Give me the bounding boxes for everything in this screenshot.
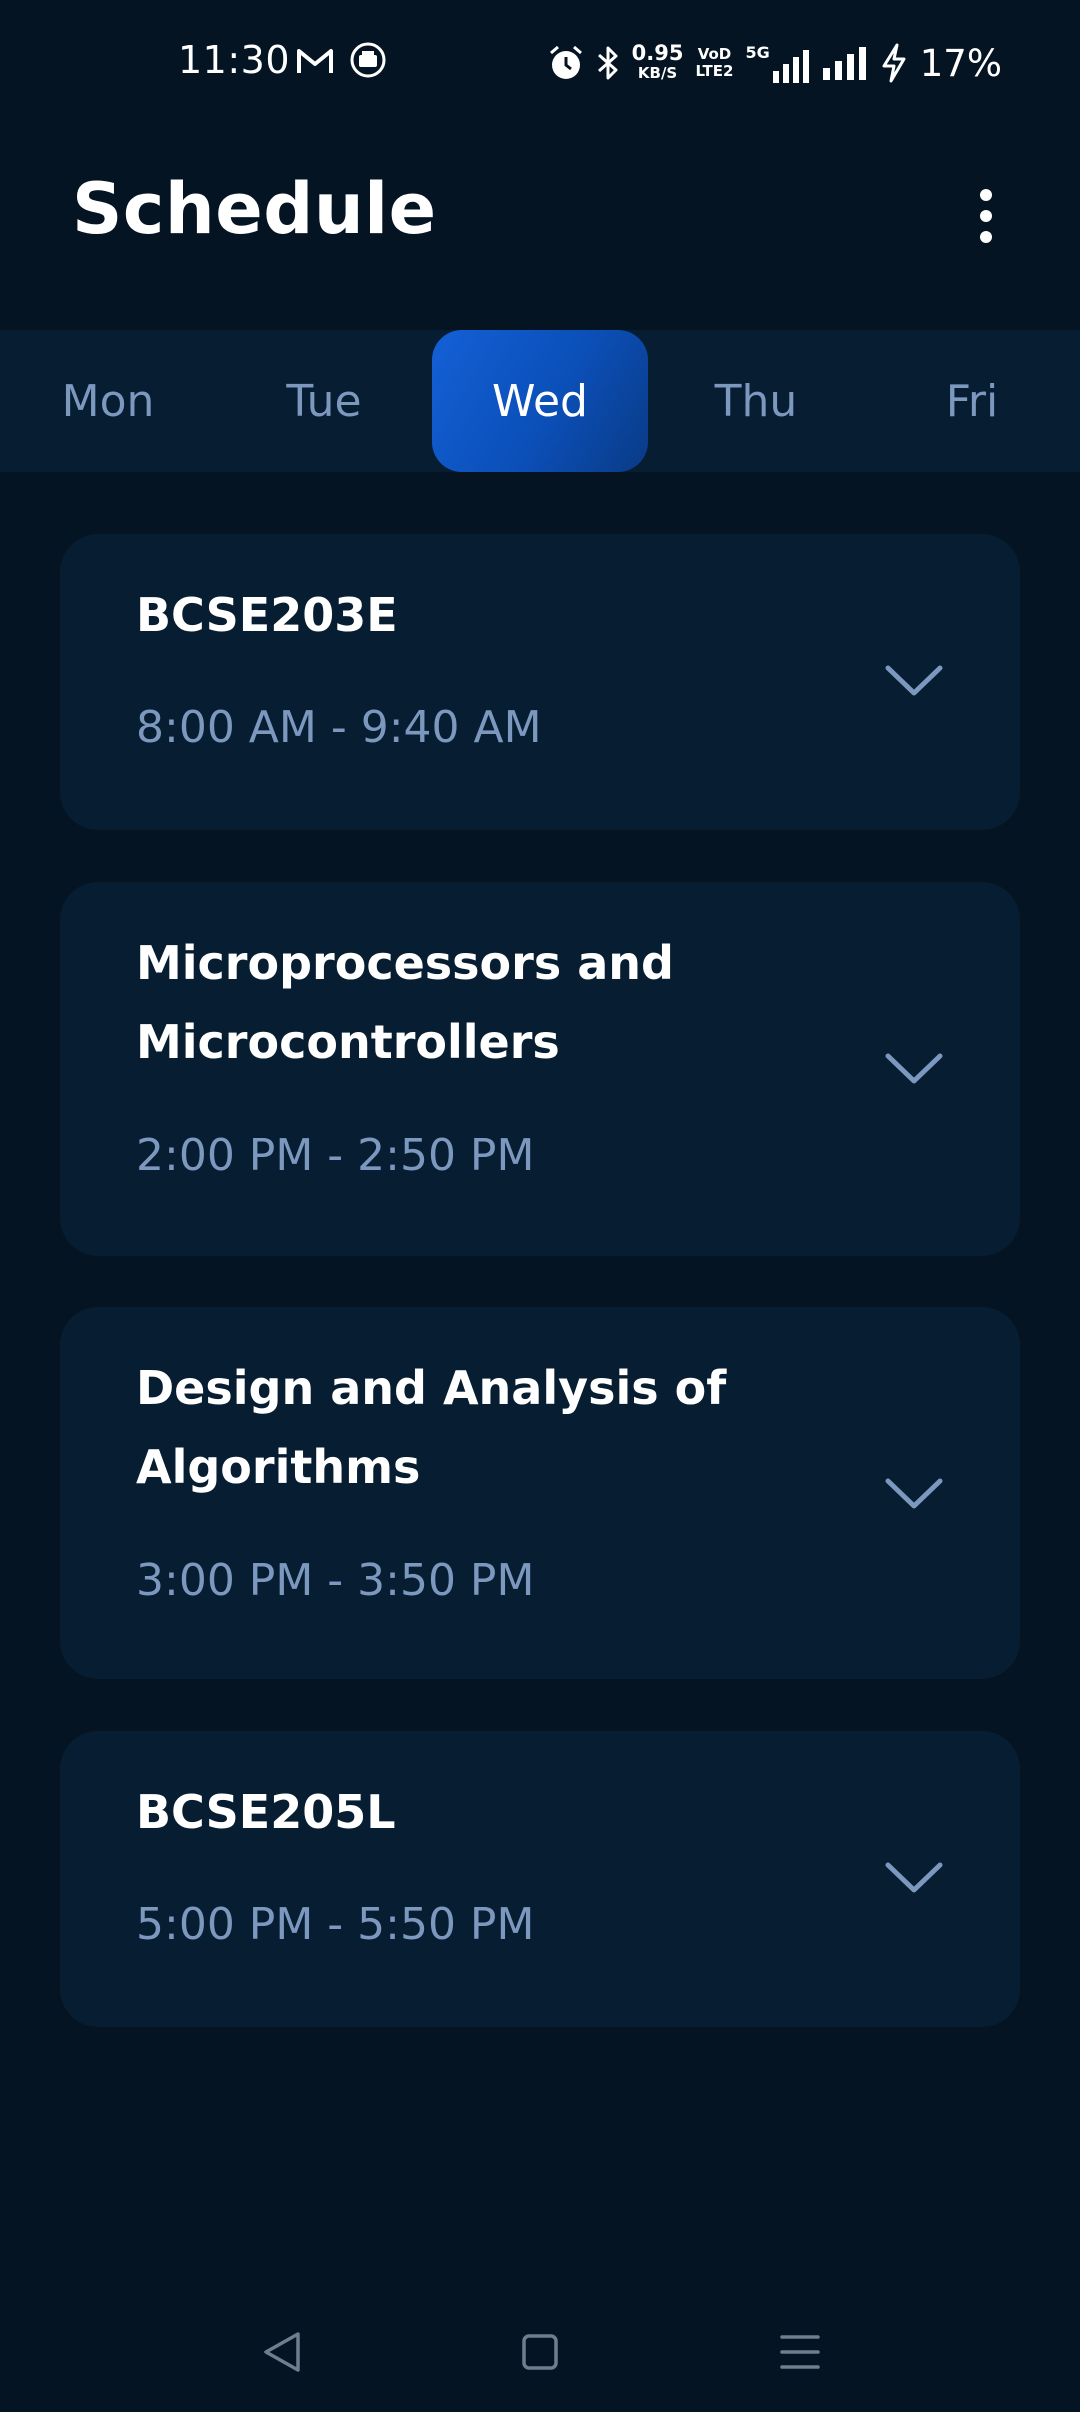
net-type: 5G (745, 43, 770, 62)
class-card[interactable]: BCSE205L 5:00 PM - 5:50 PM (60, 1731, 1020, 2027)
class-title-line: BCSE203E (136, 588, 398, 642)
chevron-down-icon[interactable] (884, 1050, 944, 1086)
tab-friday[interactable]: Fri (864, 330, 1080, 472)
class-time: 8:00 AM - 9:40 AM (136, 702, 542, 753)
day-tabs: Mon Tue Wed Thu Fri (0, 330, 1080, 472)
chevron-down-icon[interactable] (884, 1475, 944, 1511)
volte-bottom: LTE2 (695, 62, 734, 80)
status-icons: 0.95 KB/S VoD LTE2 5G 17% (548, 38, 1002, 88)
alarm-icon (549, 45, 582, 79)
tab-monday[interactable]: Mon (0, 330, 216, 472)
net-speed-value: 0.95 (631, 41, 684, 65)
status-bar: 11:30 0.95 KB/S VoD LTE2 5G 17% (0, 0, 1080, 126)
home-icon[interactable] (510, 2322, 570, 2382)
class-time: 5:00 PM - 5:50 PM (136, 1899, 535, 1950)
battery-percent: 17% (919, 41, 1002, 85)
chevron-down-icon[interactable] (884, 662, 944, 698)
volte-indicator: VoD LTE2 (695, 46, 733, 80)
bluetooth-icon (597, 46, 618, 80)
class-title: BCSE205L (136, 1773, 836, 1852)
app-notification-icon (350, 42, 386, 78)
status-time: 11:30 (178, 38, 291, 82)
class-title: BCSE203E (136, 576, 836, 655)
class-title: Design and Analysis of Algorithms (136, 1349, 836, 1507)
class-time: 3:00 PM - 3:50 PM (136, 1555, 535, 1606)
tab-tuesday[interactable]: Tue (216, 330, 432, 472)
more-vertical-icon[interactable] (960, 180, 1012, 252)
class-title: Microprocessors and Microcontrollers (136, 924, 836, 1082)
signal-5g: 5G (745, 43, 809, 83)
net-speed-unit: KB/S (637, 64, 678, 82)
recents-icon[interactable] (770, 2322, 830, 2382)
class-card[interactable]: Design and Analysis of Algorithms 3:00 P… (60, 1307, 1020, 1679)
page-title: Schedule (72, 168, 437, 250)
tab-thursday[interactable]: Thu (648, 330, 864, 472)
class-title-line: Microcontrollers (136, 1015, 560, 1069)
system-nav-bar (0, 2300, 1080, 2412)
volte-top: VoD (697, 45, 732, 63)
chevron-down-icon[interactable] (884, 1859, 944, 1895)
class-card[interactable]: Microprocessors and Microcontrollers 2:0… (60, 882, 1020, 1256)
network-speed: 0.95 KB/S (632, 43, 684, 83)
class-card[interactable]: BCSE203E 8:00 AM - 9:40 AM (60, 534, 1020, 830)
gmail-icon (297, 49, 333, 73)
app-screen: 11:30 0.95 KB/S VoD LTE2 5G 17% Schedule… (0, 0, 1080, 2412)
class-title-line: BCSE205L (136, 1785, 396, 1839)
signal-icon (772, 50, 809, 83)
class-title-line: Microprocessors and (136, 936, 674, 990)
class-time: 2:00 PM - 2:50 PM (136, 1130, 535, 1181)
class-title-line: Algorithms (136, 1440, 421, 1494)
signal-icon (822, 47, 866, 80)
back-icon[interactable] (254, 2322, 314, 2382)
tab-wednesday[interactable]: Wed (432, 330, 648, 472)
class-title-line: Design and Analysis of (136, 1361, 727, 1415)
charging-icon (882, 43, 906, 83)
